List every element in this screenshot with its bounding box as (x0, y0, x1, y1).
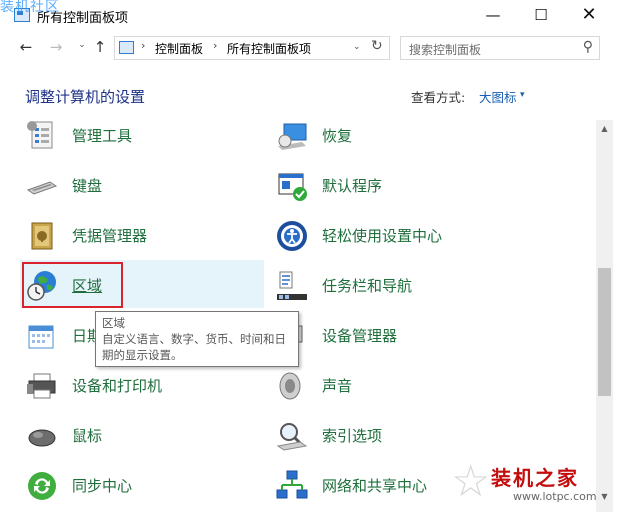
breadcrumb-separator-icon: › (213, 39, 218, 52)
item-sync-center[interactable]: 同步中心 (26, 466, 266, 506)
brand-name: 装机之家 (491, 466, 579, 490)
brand-url: www.lotpc.com (513, 490, 597, 503)
item-taskbar-navigation[interactable]: 任务栏和导航 (276, 266, 516, 306)
refresh-icon[interactable]: ↻ (371, 38, 383, 54)
recovery-icon (278, 123, 307, 150)
page-title: 调整计算机的设置 (25, 88, 146, 106)
mouse-icon (28, 429, 56, 447)
item-recovery[interactable]: 恢复 (276, 120, 516, 156)
item-label: 鼠标 (72, 427, 103, 445)
item-label: 键盘 (72, 177, 103, 195)
item-label: 设备管理器 (322, 327, 398, 345)
view-by-caret-icon[interactable]: ▾ (520, 90, 525, 100)
item-label: 管理工具 (72, 127, 133, 145)
item-default-programs[interactable]: 默认程序 (276, 166, 516, 206)
brand-star-icon: ☆ (451, 456, 491, 507)
address-dropdown-chevron-icon[interactable]: ⌄ (353, 42, 361, 52)
item-sound[interactable]: 声音 (276, 366, 516, 406)
highlight-annotation-box (22, 262, 123, 308)
default-programs-icon (278, 173, 307, 201)
item-label: 同步中心 (72, 477, 133, 495)
item-label: 网络和共享中心 (322, 477, 428, 495)
view-by-dropdown[interactable]: 大图标 (479, 87, 517, 106)
item-label: 默认程序 (322, 177, 383, 195)
view-by-label: 查看方式: (411, 90, 466, 105)
item-label: 凭据管理器 (72, 227, 148, 245)
minimize-button[interactable]: — (470, 0, 516, 30)
item-label: 轻松使用设置中心 (322, 227, 443, 245)
network-icon (276, 470, 308, 499)
brand-watermark: ☆ 装机之家 www.lotpc.com (451, 458, 621, 512)
item-label: 任务栏和导航 (322, 277, 413, 295)
item-keyboard[interactable]: 键盘 (26, 166, 266, 206)
credential-manager-icon (31, 222, 53, 250)
scrollbar-thumb[interactable] (598, 268, 611, 396)
item-label: 设备和打印机 (72, 377, 163, 395)
control-panel-icon (119, 41, 134, 54)
sync-center-icon (28, 472, 56, 500)
breadcrumb-control-panel[interactable]: 控制面板 (155, 40, 203, 57)
item-credential-manager[interactable]: 凭据管理器 (26, 216, 266, 256)
recent-locations-chevron-icon[interactable]: ⌄ (72, 40, 92, 50)
item-devices-printers[interactable]: 设备和打印机 (26, 366, 266, 406)
item-device-manager[interactable]: 设备管理器 (276, 316, 516, 356)
tooltip-description: 自定义语言、数字、货币、时间和日期的显示设置。 (102, 332, 286, 362)
ease-of-access-icon (277, 221, 307, 251)
breadcrumb-all-items[interactable]: 所有控制面板项 (227, 40, 311, 57)
back-arrow-icon[interactable]: ← (16, 38, 36, 56)
item-indexing-options[interactable]: 索引选项 (276, 416, 516, 456)
calendar-icon (28, 325, 54, 349)
tooltip-title: 区域 (102, 316, 125, 330)
keyboard-icon (26, 181, 58, 195)
forward-arrow-icon[interactable]: → (46, 38, 66, 56)
item-mouse[interactable]: 鼠标 (26, 416, 266, 456)
up-arrow-icon[interactable]: ↑ (90, 38, 110, 56)
item-label: 索引选项 (322, 427, 383, 445)
search-icon[interactable]: ⚲ (583, 39, 593, 55)
close-button[interactable]: ✕ (566, 0, 612, 30)
search-input[interactable]: 搜索控制面板 ⚲ (400, 36, 600, 60)
maximize-button[interactable]: ☐ (518, 0, 564, 30)
watermark-text: 装机社区 (0, 0, 60, 15)
address-bar[interactable]: › 控制面板 › 所有控制面板项 ⌄ ↻ (114, 36, 390, 60)
item-ease-of-access[interactable]: 轻松使用设置中心 (276, 216, 516, 256)
admin-tools-icon (27, 121, 53, 149)
taskbar-icon (277, 271, 307, 300)
region-tooltip: 区域 自定义语言、数字、货币、时间和日期的显示设置。 (95, 311, 299, 367)
item-label: 声音 (322, 377, 353, 395)
speaker-icon (279, 372, 301, 400)
item-admin-tools[interactable]: 管理工具 (26, 120, 266, 156)
scroll-up-arrow-icon[interactable]: ▲ (596, 124, 613, 133)
vertical-scrollbar[interactable]: ▲ ▼ (596, 120, 613, 512)
breadcrumb-separator-icon: › (141, 39, 146, 52)
search-placeholder: 搜索控制面板 (409, 43, 482, 57)
title-bar: 所有控制面板项 装机社区 — ☐ ✕ (0, 0, 621, 32)
printer-icon (27, 373, 56, 399)
item-label: 恢复 (322, 127, 353, 145)
indexing-icon (276, 423, 308, 451)
